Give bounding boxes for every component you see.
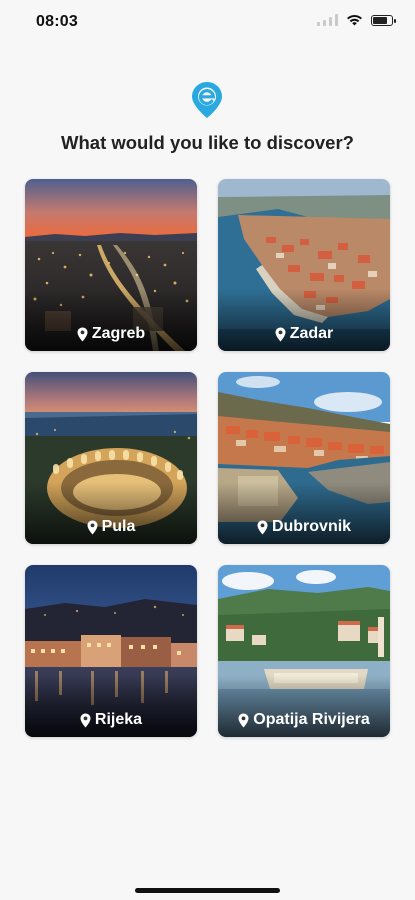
status-icons	[317, 14, 396, 26]
map-pin-icon	[238, 713, 249, 727]
destination-label: Pula	[25, 518, 197, 536]
battery-icon	[371, 14, 396, 26]
destination-name: Rijeka	[94, 711, 143, 728]
destination-card-zagreb[interactable]: Zagreb	[25, 179, 197, 351]
destination-card-dubrovnik[interactable]: Dubrovnik	[218, 372, 390, 544]
destination-card-opatija-rivijera[interactable]: Opatija Rivijera	[218, 565, 390, 737]
status-bar: 08:03	[0, 0, 415, 46]
destination-name: Zagreb	[91, 325, 146, 342]
map-pin-icon	[275, 327, 286, 341]
destination-name: Zadar	[289, 325, 334, 342]
map-pin-icon	[77, 327, 88, 341]
map-pin-icon	[87, 520, 98, 534]
map-pin-icon	[257, 520, 268, 534]
destination-name: Pula	[101, 518, 136, 535]
brand-pin-logo-icon	[192, 82, 222, 118]
destination-grid: Zagreb Zadar Pula Dubrovnik Rijeka Opati…	[25, 179, 390, 737]
destination-card-zadar[interactable]: Zadar	[218, 179, 390, 351]
home-indicator[interactable]	[135, 888, 280, 893]
destination-label: Zagreb	[25, 325, 197, 343]
destination-name: Opatija Rivijera	[253, 711, 370, 728]
destination-card-rijeka[interactable]: Rijeka	[25, 565, 197, 737]
destination-label: Rijeka	[25, 711, 197, 729]
destination-label: Opatija Rivijera	[218, 711, 390, 729]
map-pin-icon	[80, 713, 91, 727]
page-title: What would you like to discover?	[61, 132, 354, 153]
destination-label: Zadar	[218, 325, 390, 343]
destination-label: Dubrovnik	[218, 518, 390, 536]
destination-name: Dubrovnik	[271, 518, 352, 535]
wifi-icon	[347, 14, 362, 26]
destination-card-pula[interactable]: Pula	[25, 372, 197, 544]
status-time: 08:03	[36, 13, 78, 30]
cellular-signal-icon	[317, 14, 338, 26]
